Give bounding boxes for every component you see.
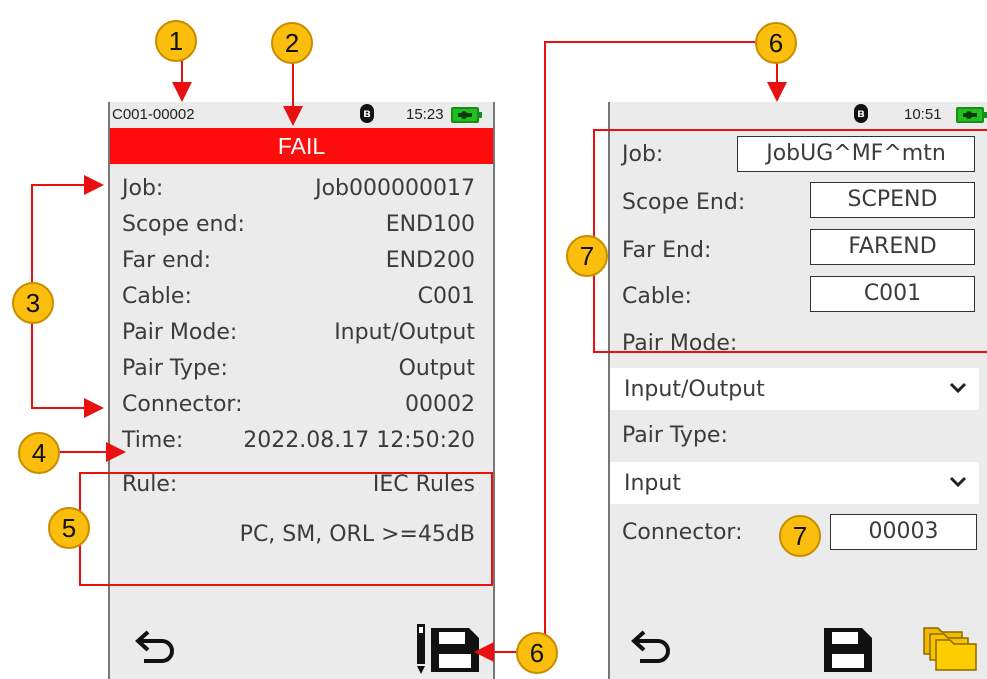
connector-label: Connector: <box>122 392 243 417</box>
job-value: Job000000017 <box>315 176 475 201</box>
cable-input[interactable]: C001 <box>810 276 975 312</box>
bluetooth-icon: ʙ <box>360 104 374 123</box>
fail-banner: FAIL <box>110 128 493 164</box>
cable-row: Cable: C001 <box>110 280 493 315</box>
scope-end-label: Scope end: <box>122 212 245 237</box>
pair-type-label: Pair Type: <box>122 356 228 381</box>
left-device-screen: C001-00002 ʙ 15:23 FAIL Job: Job00000001… <box>108 102 495 679</box>
connector-label: Connector: <box>622 520 743 545</box>
job-row: Job: Job000000017 <box>110 172 493 207</box>
callout-5: 5 <box>48 507 90 549</box>
rule-detail: PC, SM, ORL >=45dB <box>239 522 475 547</box>
record-id: C001-00002 <box>112 106 195 123</box>
pair-type-row: Pair Type: <box>610 415 987 455</box>
pair-mode-label: Pair Mode: <box>622 331 738 356</box>
scope-end-label: Scope End: <box>622 190 746 215</box>
time-label: Time: <box>122 428 184 453</box>
pair-type-row: Pair Type: Output <box>110 352 493 387</box>
pair-mode-row: Pair Mode: Input/Output <box>110 316 493 351</box>
job-input[interactable]: JobUG^MF^mtn <box>737 136 975 172</box>
far-end-row: Far end: END200 <box>110 244 493 279</box>
rule-row: Rule: IEC Rules <box>110 468 493 503</box>
back-arrow-icon[interactable] <box>630 628 676 668</box>
scope-end-row: Scope end: END100 <box>110 208 493 243</box>
callout-7-left: 7 <box>566 235 608 277</box>
scope-end-value: END100 <box>385 212 475 237</box>
connector-value: 00002 <box>405 392 475 417</box>
far-end-label: Far end: <box>122 248 212 273</box>
callout-6-bottom: 6 <box>516 632 558 674</box>
callout-7-connector: 7 <box>779 515 821 557</box>
far-end-label: Far End: <box>622 238 712 263</box>
callout-3: 3 <box>12 282 54 324</box>
chevron-down-icon <box>949 382 967 394</box>
pair-mode-row: Pair Mode: <box>610 323 987 363</box>
pair-type-value: Output <box>398 356 475 381</box>
status-bar: C001-00002 ʙ 15:23 <box>110 102 493 128</box>
far-end-input[interactable]: FAREND <box>810 229 975 265</box>
callout-6-top: 6 <box>755 22 797 64</box>
back-arrow-icon[interactable] <box>134 628 180 668</box>
cable-value: C001 <box>417 284 475 309</box>
time-value: 2022.08.17 12:50:20 <box>243 428 475 453</box>
job-label: Job: <box>622 142 664 167</box>
cable-label: Cable: <box>622 284 692 309</box>
time-row: Time: 2022.08.17 12:50:20 <box>110 424 493 459</box>
clock: 10:51 <box>904 106 942 123</box>
pair-mode-selected: Input/Output <box>624 377 765 402</box>
cable-label: Cable: <box>122 284 192 309</box>
rule-label: Rule: <box>122 472 178 497</box>
pair-type-selected: Input <box>624 471 681 496</box>
bottom-toolbar <box>110 606 493 679</box>
rule-value: IEC Rules <box>372 472 475 497</box>
chevron-down-icon <box>949 476 967 488</box>
callout-4: 4 <box>18 432 60 474</box>
far-end-value: END200 <box>385 248 475 273</box>
callout-1: 1 <box>155 20 197 62</box>
right-device-screen: ʙ 10:51 Job: JobUG^MF^mtn Scope End: SCP… <box>608 102 987 679</box>
battery-charging-icon <box>956 107 987 123</box>
bottom-toolbar <box>610 606 987 679</box>
job-label: Job: <box>122 176 164 201</box>
pair-type-label: Pair Type: <box>622 423 728 448</box>
pair-mode-value: Input/Output <box>334 320 475 345</box>
callout-2: 2 <box>271 22 313 64</box>
status-bar: ʙ 10:51 <box>610 102 987 128</box>
connector-row: Connector: 00002 <box>110 388 493 423</box>
scope-end-input[interactable]: SCPEND <box>810 182 975 218</box>
save-icon[interactable] <box>822 624 874 674</box>
pair-mode-dropdown[interactable]: Input/Output <box>610 368 979 410</box>
edit-save-icon[interactable] <box>415 624 481 674</box>
battery-charging-icon <box>451 107 482 123</box>
bluetooth-icon: ʙ <box>854 104 868 123</box>
pair-mode-label: Pair Mode: <box>122 320 238 345</box>
pair-type-dropdown[interactable]: Input <box>610 462 979 504</box>
clock: 15:23 <box>406 106 444 123</box>
connector-input[interactable]: 00003 <box>830 514 977 550</box>
folder-icon[interactable] <box>922 624 978 672</box>
